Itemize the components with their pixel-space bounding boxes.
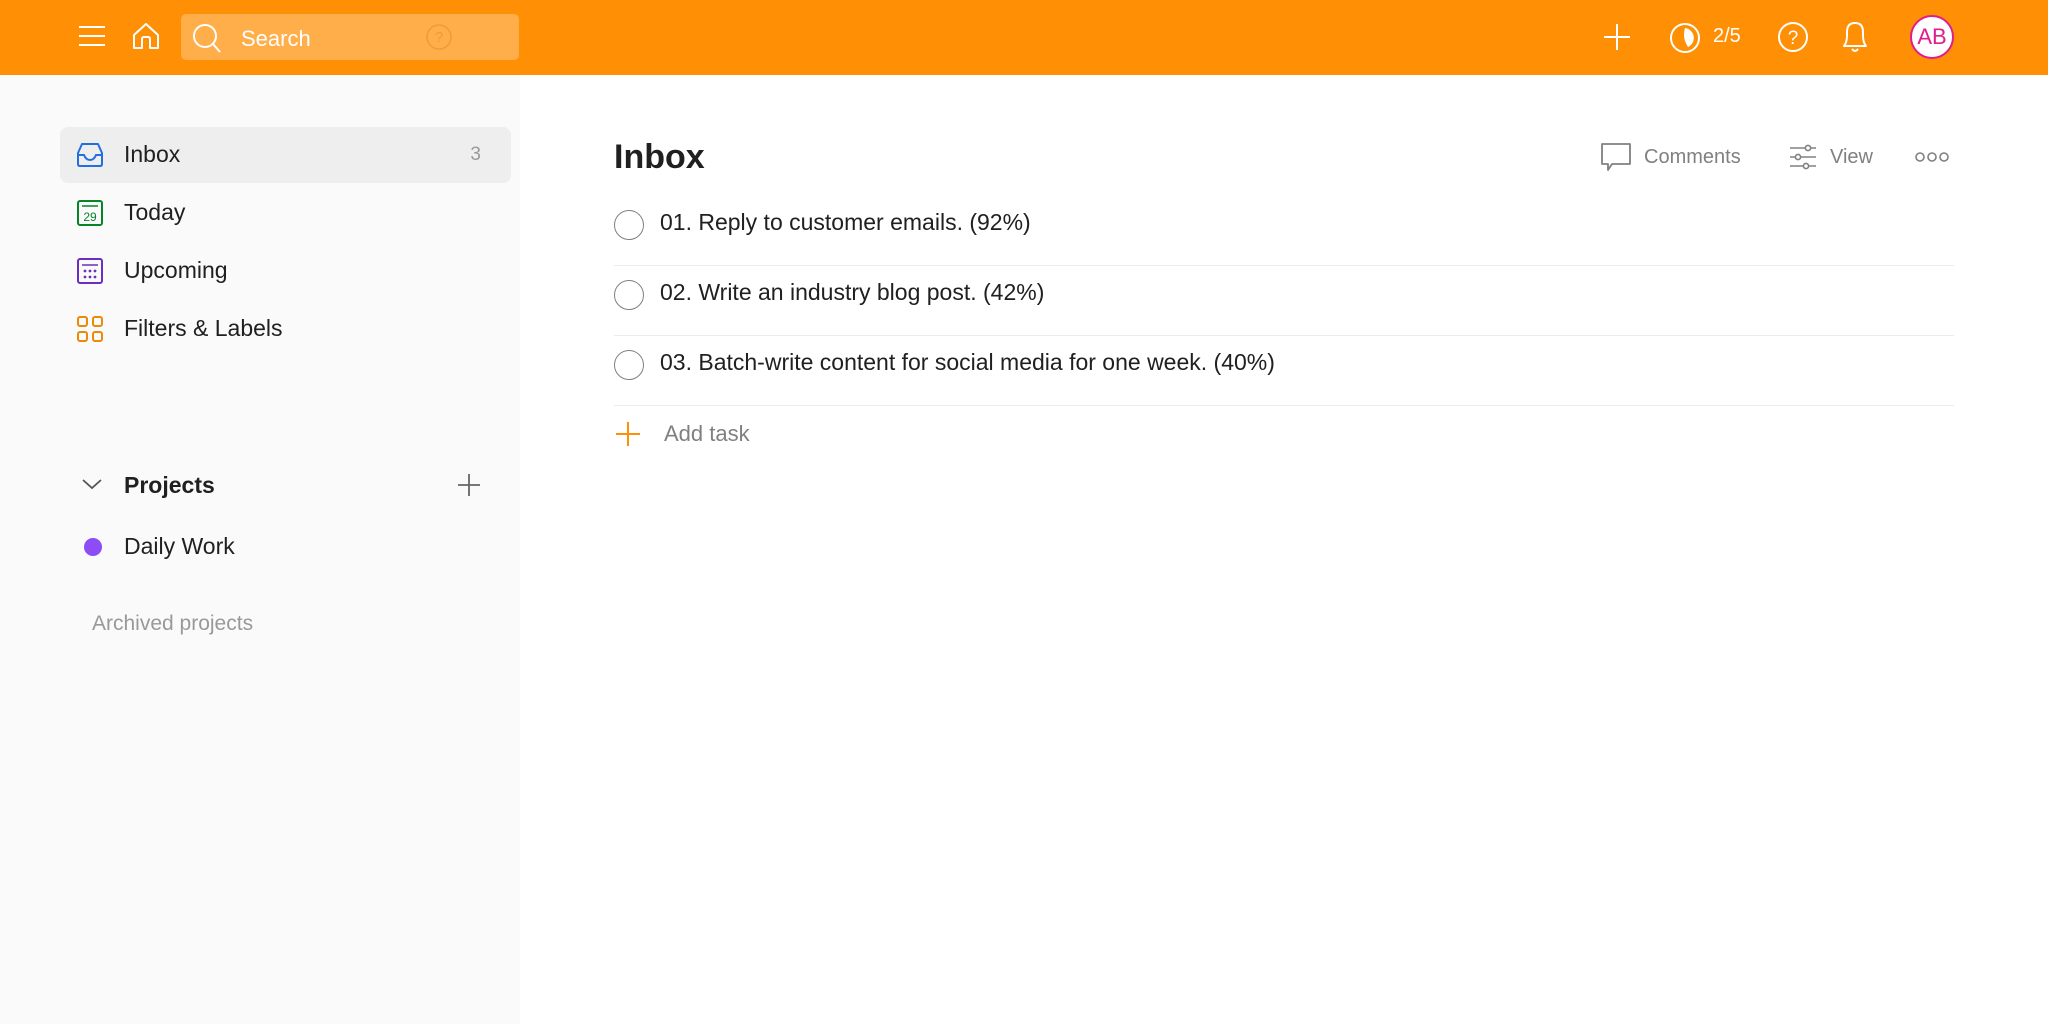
sidebar-item-label: Upcoming (124, 257, 228, 283)
avatar[interactable]: AB (1910, 15, 1954, 59)
projects-section-header: Projects (60, 460, 511, 510)
task-text[interactable]: 01. Reply to customer emails. (92%) (660, 209, 1031, 236)
sidebar-item-today[interactable]: 29 Today (60, 185, 511, 241)
sidebar-item-upcoming[interactable]: Upcoming (60, 243, 511, 299)
page-title: Inbox (614, 138, 705, 176)
view-button[interactable]: View (1788, 138, 1873, 176)
svg-text:?: ? (435, 29, 443, 46)
home-icon (133, 23, 159, 49)
add-project-icon[interactable] (456, 472, 482, 498)
avatar-initials: AB (1917, 24, 1947, 49)
task-row: 02. Write an industry blog post. (42%) (614, 266, 1954, 336)
bell-icon (1843, 22, 1867, 52)
add-task-label: Add task (664, 421, 750, 446)
sidebar-item-label: Filters & Labels (124, 315, 283, 341)
help-button[interactable]: ? (1776, 20, 1810, 54)
project-label: Daily Work (124, 533, 235, 559)
sidebar-item-filters-labels[interactable]: Filters & Labels (60, 301, 511, 357)
svg-text:?: ? (1788, 28, 1799, 49)
calendar-today-icon: 29 (77, 200, 103, 226)
svg-text:29: 29 (83, 210, 97, 224)
task-checkbox[interactable] (614, 210, 644, 240)
karma-progress-text[interactable]: 2/5 (1713, 25, 1741, 48)
inbox-count-badge: 3 (470, 144, 481, 165)
comment-icon (1601, 143, 1631, 171)
top-bar: Search ? 2/5 ? AB (0, 0, 2048, 75)
sidebar-item-inbox[interactable]: Inbox 3 (60, 127, 511, 183)
plus-icon (616, 422, 640, 446)
more-options-button[interactable] (1914, 138, 1962, 176)
task-row: 03. Batch-write content for social media… (614, 336, 1954, 406)
project-item-daily-work[interactable]: Daily Work (60, 519, 511, 575)
notifications-button[interactable] (1838, 18, 1872, 56)
task-row: 01. Reply to customer emails. (92%) (614, 196, 1954, 266)
add-task-button[interactable]: Add task (614, 414, 914, 454)
plus-icon (1604, 24, 1630, 50)
task-checkbox[interactable] (614, 350, 644, 380)
inbox-icon (77, 143, 103, 167)
calendar-upcoming-icon (77, 258, 103, 284)
sidebar: Inbox 3 29 Today Upcoming Filters & Labe… (0, 75, 520, 1024)
search-icon (193, 24, 221, 53)
task-text[interactable]: 02. Write an industry blog post. (42%) (660, 279, 1044, 306)
chevron-down-icon[interactable] (80, 472, 104, 496)
home-button[interactable] (128, 18, 164, 54)
archived-projects-link[interactable]: Archived projects (92, 612, 253, 636)
filters-labels-icon (77, 316, 103, 342)
search-input[interactable]: Search ? (181, 14, 519, 60)
help-icon: ? (1778, 22, 1808, 52)
productivity-button[interactable] (1668, 21, 1702, 55)
sidebar-item-label: Today (124, 199, 186, 225)
search-help-icon[interactable]: ? (426, 24, 452, 50)
comments-button[interactable]: Comments (1600, 138, 1741, 176)
sidebar-item-label: Inbox (124, 141, 181, 167)
task-checkbox[interactable] (614, 280, 644, 310)
view-options-icon (1790, 144, 1816, 170)
view-label: View (1830, 145, 1873, 168)
task-text[interactable]: 03. Batch-write content for social media… (660, 349, 1275, 376)
more-horizontal-icon (1915, 152, 1949, 162)
karma-progress-icon (1670, 23, 1700, 53)
project-color-dot (84, 538, 102, 556)
menu-toggle-button[interactable] (76, 20, 108, 52)
quick-add-button[interactable] (1600, 20, 1634, 54)
projects-title[interactable]: Projects (124, 472, 215, 499)
comments-label: Comments (1644, 145, 1741, 168)
hamburger-icon (79, 26, 105, 46)
search-placeholder: Search (241, 26, 311, 51)
